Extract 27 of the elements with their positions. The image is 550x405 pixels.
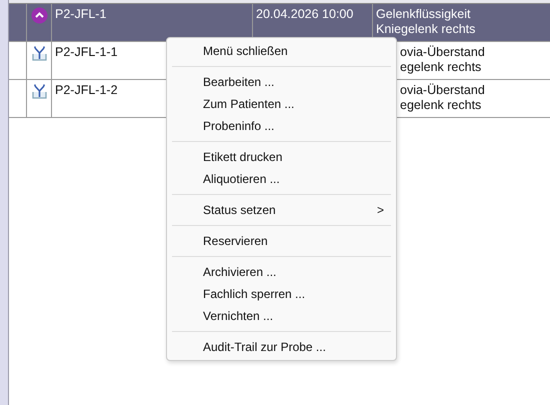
table-cell-text: ovia-Überstand <box>400 83 486 98</box>
menu-item[interactable]: Aliquotieren ... <box>167 168 396 190</box>
menu-item[interactable]: Bearbeiten ... <box>167 71 396 93</box>
submenu-arrow: > <box>376 203 384 217</box>
menu-item[interactable]: Fachlich sperren ... <box>167 283 396 305</box>
table-cell-text: egelenk rechts <box>400 98 482 113</box>
table-cell: 20.04.2026 10:00 <box>256 7 354 21</box>
menu-item[interactable]: Probeninfo ... <box>167 115 396 137</box>
table-cell-text: Gelenkflüssigkeit <box>376 7 472 22</box>
menu-item[interactable]: Menü schließen <box>167 40 396 62</box>
tube-split-icon <box>30 83 48 100</box>
menu-item[interactable]: Audit-Trail zur Probe ... <box>167 336 396 358</box>
menu-item[interactable]: Reservieren <box>167 230 396 252</box>
table-cell: P2-JFL-1 <box>55 7 106 21</box>
menu-item[interactable]: Vernichten ... <box>167 305 396 327</box>
chevron-up-icon <box>30 7 48 24</box>
tube-split-icon <box>30 45 48 62</box>
table-cell-text: ovia-Überstand <box>400 45 486 60</box>
menu-item[interactable]: Status setzen <box>203 203 276 217</box>
menu-item[interactable]: Archivieren ... <box>167 261 396 283</box>
table-cell-text: Kniegelenk rechts <box>376 22 476 37</box>
table-cell: P2-JFL-1-1 <box>55 45 118 59</box>
table-row[interactable]: P2-JFL-1 20.04.2026 10:00 Gelenkflüssigkeit Kniegelenk rechts <box>9 4 550 42</box>
menu-item[interactable]: Etikett drucken <box>167 146 396 168</box>
table-cell: P2-JFL-1-2 <box>55 83 118 97</box>
table-cell-text: egelenk rechts <box>400 60 482 75</box>
menu-item[interactable]: Zum Patienten ... <box>167 93 396 115</box>
